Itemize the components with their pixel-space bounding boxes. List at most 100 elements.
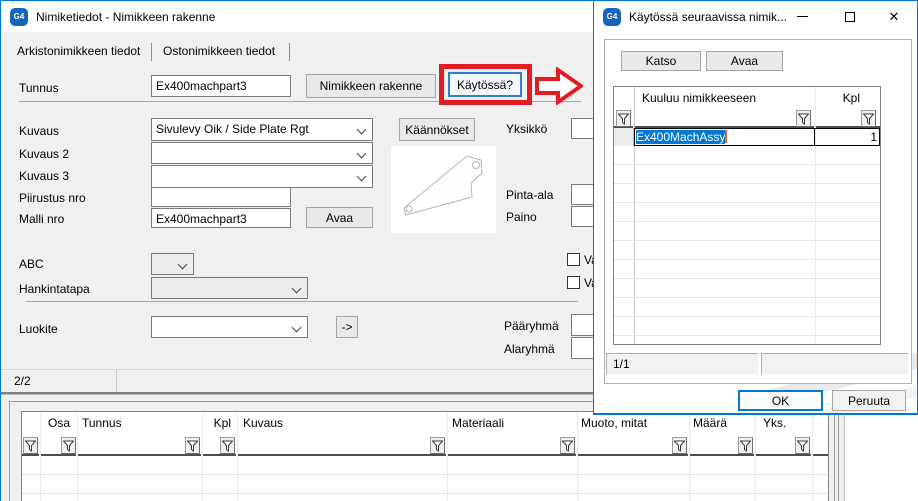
move-right-button[interactable]: -> — [336, 316, 358, 338]
kuvaus-label: Kuvaus — [19, 124, 59, 138]
popup-status-position: 1/1 — [606, 353, 759, 375]
paino-label: Paino — [506, 210, 537, 224]
alaryhma-label: Alaryhmä — [504, 342, 555, 356]
kpl-cell[interactable]: 1 — [816, 129, 881, 145]
filter-funnel-icon[interactable] — [23, 437, 38, 454]
filter-funnel-icon[interactable] — [61, 437, 76, 454]
grid-rows-area — [22, 456, 828, 501]
yksikko-label: Yksikkö — [506, 122, 547, 136]
kaannokset-button[interactable]: Käännökset — [399, 118, 475, 141]
minimize-icon — [797, 16, 808, 17]
filter-funnel-icon[interactable] — [220, 437, 235, 454]
kuvaus-value: Sivulevy Oik / Side Plate Rgt — [156, 122, 309, 136]
filter-funnel-icon[interactable] — [738, 437, 753, 454]
filter-funnel-icon[interactable] — [672, 437, 687, 454]
parts-groupbox: Osa Tunnus Kpl Kuvaus Materiaali Muoto, … — [9, 401, 839, 501]
filter-funnel-icon[interactable] — [430, 437, 445, 454]
popup-status-extra — [761, 353, 909, 375]
ok-button[interactable]: OK — [738, 390, 823, 411]
main-window-title: Nimiketiedot - Nimikkeen rakenne — [36, 10, 215, 24]
annotation-arrow-icon — [535, 67, 583, 105]
avaa-button[interactable]: Avaa — [306, 207, 373, 228]
column-header-materiaali[interactable]: Materiaali — [452, 412, 562, 434]
chevron-down-icon[interactable] — [178, 260, 188, 270]
malli-nro-label: Malli nro — [19, 212, 64, 226]
column-header-kuuluu-nimikkeeseen[interactable]: Kuuluu nimikkeeseen — [642, 87, 802, 109]
luokite-combobox[interactable] — [151, 316, 308, 338]
hankintatapa-combobox[interactable] — [151, 277, 308, 299]
peruuta-button[interactable]: Peruuta — [832, 390, 906, 411]
column-header-maara[interactable]: Määrä — [693, 412, 751, 434]
tab-divider — [151, 43, 152, 61]
chevron-down-icon[interactable] — [292, 323, 302, 333]
filter-cell[interactable] — [448, 434, 576, 456]
abc-label: ABC — [19, 257, 44, 271]
hankintatapa-label: Hankintatapa — [19, 282, 90, 296]
part-preview-image — [391, 146, 496, 233]
abc-combobox[interactable] — [151, 253, 194, 275]
kuvaus-combobox[interactable]: Sivulevy Oik / Side Plate Rgt — [151, 118, 373, 141]
column-header-muoto-mitat[interactable]: Muoto, mitat — [581, 412, 681, 434]
filter-funnel-icon[interactable] — [795, 437, 810, 454]
kuuluu-cell[interactable]: Ex400MachAssy — [635, 129, 815, 145]
katso-button[interactable]: Katso — [621, 51, 701, 71]
column-header-yks[interactable]: Yks. — [763, 412, 808, 434]
usage-table: Kuuluu nimikkeeseen Kpl Ex400MachAssy 1 — [613, 86, 881, 345]
malli-nro-input[interactable]: Ex400machpart3 — [151, 208, 291, 228]
pinta-ala-label: Pinta-ala — [506, 188, 553, 202]
maximize-icon — [845, 12, 855, 22]
column-header-osa[interactable]: Osa — [48, 412, 78, 434]
text-caret — [725, 130, 727, 143]
chevron-down-icon[interactable] — [292, 284, 302, 294]
filter-cell[interactable] — [238, 434, 446, 456]
tunnus-label: Tunnus — [19, 81, 59, 95]
filter-funnel-icon[interactable] — [861, 110, 876, 127]
tab-arkistonimikkeen-tiedot[interactable]: Arkistonimikkeen tiedot — [11, 42, 146, 62]
record-position: 2/2 — [14, 374, 31, 388]
maximize-button[interactable] — [832, 1, 868, 32]
paaryhma-label: Pääryhmä — [504, 319, 559, 333]
chevron-down-icon[interactable] — [357, 172, 367, 182]
avaa-button[interactable]: Avaa — [706, 51, 783, 71]
statusbar-divider — [116, 370, 117, 392]
popup-titlebar: G4 Käytössä seuraavissa nimik... — [594, 1, 917, 32]
checkbox-1[interactable] — [567, 253, 580, 266]
chevron-down-icon[interactable] — [357, 149, 367, 159]
checkbox-2[interactable] — [567, 276, 580, 289]
column-header-tunnus[interactable]: Tunnus — [82, 412, 192, 434]
chevron-down-icon[interactable] — [357, 125, 367, 135]
tunnus-input[interactable]: Ex400machpart3 — [151, 75, 291, 97]
screen: G4 Nimiketiedot - Nimikkeen rakenne Arki… — [0, 0, 918, 501]
nimikkeen-rakenne-button[interactable]: Nimikkeen rakenne — [306, 74, 436, 98]
piirustus-nro-input[interactable] — [151, 187, 291, 207]
annotation-rectangle — [439, 64, 532, 105]
column-header-kpl[interactable]: Kpl — [815, 87, 870, 109]
table-row[interactable]: Ex400MachAssy 1 — [634, 128, 880, 146]
g4-app-icon: G4 — [603, 8, 621, 26]
filter-funnel-icon[interactable] — [616, 110, 631, 127]
filter-funnel-icon[interactable] — [560, 437, 575, 454]
minimize-button[interactable] — [784, 1, 820, 32]
kuvaus2-label: Kuvaus 2 — [19, 147, 69, 161]
tab-ostonimikkeen-tiedot[interactable]: Ostonimikkeen tiedot — [157, 42, 281, 62]
g4-app-icon: G4 — [10, 8, 28, 26]
divider — [26, 301, 578, 302]
piirustus-nro-label: Piirustus nro — [19, 191, 86, 205]
grid-right-edge — [834, 411, 835, 501]
popup-window-title: Käytössä seuraavissa nimik... — [629, 10, 787, 24]
filter-cell[interactable] — [78, 434, 201, 456]
filter-cell[interactable] — [813, 434, 828, 456]
tab-divider — [289, 43, 290, 61]
kuvaus3-combobox[interactable] — [151, 165, 373, 188]
kuvaus2-combobox[interactable] — [151, 142, 373, 164]
filter-funnel-icon[interactable] — [185, 437, 200, 454]
close-button[interactable] — [876, 1, 912, 32]
filter-funnel-icon[interactable] — [796, 110, 811, 127]
parts-table: Osa Tunnus Kpl Kuvaus Materiaali Muoto, … — [21, 411, 829, 501]
column-header-kpl[interactable]: Kpl — [202, 412, 235, 434]
filter-cell[interactable] — [635, 109, 814, 128]
column-header-kuvaus[interactable]: Kuvaus — [243, 412, 423, 434]
luokite-label: Luokite — [19, 322, 58, 336]
row-selector-cell[interactable] — [614, 128, 634, 146]
kuvaus3-label: Kuvaus 3 — [19, 169, 69, 183]
